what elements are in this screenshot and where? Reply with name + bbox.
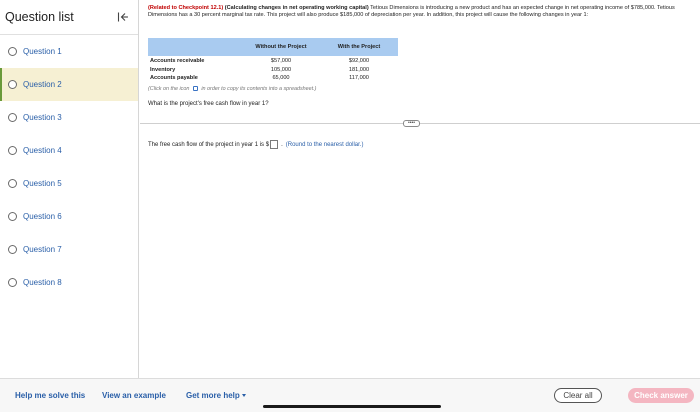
question-item-5[interactable]: Question 5 <box>0 167 138 200</box>
question-item-8[interactable]: Question 8 <box>0 266 138 299</box>
problem-topic: (Calculating changes in net operating wo… <box>224 5 369 11</box>
value-with: 117,000 <box>349 75 369 81</box>
table-header-without: Without the Project <box>242 38 320 56</box>
value-with: $92,000 <box>348 58 370 64</box>
home-indicator <box>263 405 441 408</box>
question-item-2[interactable]: Question 2 <box>0 68 138 101</box>
question-item-6[interactable]: Question 6 <box>0 200 138 233</box>
clear-all-button[interactable]: Clear all <box>554 388 602 403</box>
question-item-7[interactable]: Question 7 <box>0 233 138 266</box>
section-divider <box>140 123 700 124</box>
question-list-panel: Question list Question 1 Question 2 Ques… <box>0 0 139 378</box>
radio-icon <box>8 80 17 89</box>
radio-icon <box>8 278 17 287</box>
problem-statement: (Related to Checkpoint 12.1) (Calculatin… <box>148 5 688 19</box>
expand-more-button[interactable]: •••• <box>403 120 420 127</box>
rounding-hint: (Round to the nearest dollar.) <box>285 141 364 148</box>
value-without: 105,000 <box>270 66 292 73</box>
question-label: Question 2 <box>23 80 62 89</box>
row-label: Accounts payable <box>150 75 198 81</box>
check-answer-button[interactable]: Check answer <box>628 388 694 403</box>
question-item-3[interactable]: Question 3 <box>0 101 138 134</box>
question-label: Question 6 <box>23 212 62 221</box>
answer-suffix: . <box>281 141 283 148</box>
radio-icon <box>8 113 17 122</box>
table-header-row: Without the Project With the Project <box>148 38 398 56</box>
answer-prefix: The free cash flow of the project in yea… <box>148 141 270 148</box>
free-cash-flow-input[interactable] <box>270 140 279 149</box>
question-label: Question 1 <box>23 47 62 56</box>
question-label: Question 5 <box>23 179 62 188</box>
get-more-help-label: Get more help <box>186 391 240 400</box>
value-without: 65,000 <box>272 75 290 81</box>
working-capital-table: Without the Project With the Project Acc… <box>148 38 398 83</box>
question-list-title: Question list <box>5 10 74 24</box>
radio-icon <box>8 146 17 155</box>
question-content: (Related to Checkpoint 12.1) (Calculatin… <box>140 0 700 378</box>
radio-icon <box>8 47 17 56</box>
copy-hint-after: in order to copy its contents into a spr… <box>201 86 317 92</box>
table-row: Inventory 105,000 181,000 <box>148 66 398 75</box>
question-text: What is the project's free cash flow in … <box>148 101 269 107</box>
radio-icon <box>8 179 17 188</box>
value-with: 181,000 <box>348 66 370 73</box>
checkpoint-reference: (Related to Checkpoint 12.1) <box>148 5 224 11</box>
table-row: Accounts receivable $57,000 $92,000 <box>148 56 398 66</box>
table-header-blank <box>148 38 242 56</box>
copy-hint-before: (Click on the icon <box>148 86 190 92</box>
view-example-link[interactable]: View an example <box>102 391 166 400</box>
get-more-help-link[interactable]: Get more help <box>186 391 246 400</box>
value-without: $57,000 <box>270 58 292 64</box>
question-label: Question 8 <box>23 278 62 287</box>
question-label: Question 4 <box>23 146 62 155</box>
question-item-4[interactable]: Question 4 <box>0 134 138 167</box>
row-label: Inventory <box>150 66 176 73</box>
radio-icon <box>8 212 17 221</box>
table-row: Accounts payable 65,000 117,000 <box>148 74 398 83</box>
copy-to-spreadsheet-icon[interactable] <box>192 86 198 92</box>
question-label: Question 7 <box>23 245 62 254</box>
row-label: Accounts receivable <box>150 58 205 64</box>
copy-hint: (Click on the icon in order to copy its … <box>148 86 316 92</box>
caret-up-icon <box>241 394 246 398</box>
radio-icon <box>8 245 17 254</box>
collapse-sidebar-icon[interactable] <box>115 9 131 25</box>
question-list: Question 1 Question 2 Question 3 Questio… <box>0 35 138 299</box>
answer-row: The free cash flow of the project in yea… <box>148 140 363 149</box>
question-item-1[interactable]: Question 1 <box>0 35 138 68</box>
table-header-with: With the Project <box>320 38 398 56</box>
help-me-solve-link[interactable]: Help me solve this <box>15 391 85 400</box>
question-label: Question 3 <box>23 113 62 122</box>
question-list-header: Question list <box>0 0 138 35</box>
